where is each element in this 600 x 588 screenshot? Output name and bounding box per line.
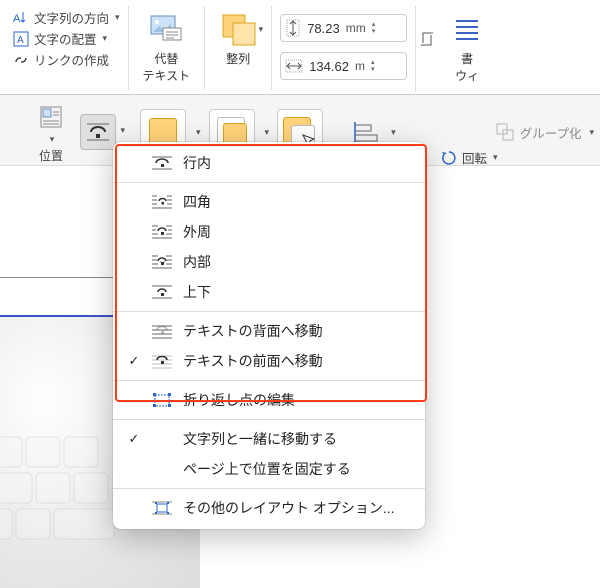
check-icon: ✓: [127, 353, 141, 369]
menu-item-move-with-text[interactable]: ✓ 文字列と一緒に移動する: [113, 424, 425, 454]
width-unit: m: [355, 59, 365, 73]
window-button[interactable]: 書 ウィ: [442, 8, 492, 86]
menu-item-more-layout-options[interactable]: その他のレイアウト オプション...: [113, 493, 425, 523]
text-direction-icon: A: [12, 9, 30, 27]
wrap-topbottom-icon: [151, 283, 173, 301]
wrap-through-icon: [151, 253, 173, 271]
menu-item-edit-wrap-points[interactable]: 折り返し点の編集: [113, 385, 425, 415]
edit-wrap-points-icon: [151, 391, 173, 409]
more-layout-icon: [151, 499, 173, 517]
arrange-label: 整列: [226, 50, 250, 67]
infront-text-icon: [151, 352, 173, 370]
height-spinner[interactable]: ▴▾: [372, 21, 376, 35]
menu-item-square[interactable]: 四角: [113, 187, 425, 217]
menu-label: 外周: [183, 222, 211, 242]
chevron-down-icon: ▾: [589, 127, 594, 138]
chevron-down-icon: ▾: [493, 152, 498, 163]
menu-item-fix-position[interactable]: ページ上で位置を固定する: [113, 454, 425, 484]
chevron-down-icon: ▾: [196, 127, 201, 138]
menu-item-inline[interactable]: 行内: [113, 148, 425, 178]
wrap-tight-icon: [151, 223, 173, 241]
height-unit: mm: [346, 21, 366, 35]
chevron-down-icon: ▾: [103, 33, 108, 44]
wrap-text-menu: 行内 四角 外周 内部 上下 テキストの背面へ移動 ✓ テキストの前面へ移動 折…: [113, 142, 425, 529]
menu-label: ページ上で位置を固定する: [183, 459, 351, 479]
text-align-icon: A: [12, 30, 30, 48]
alt-text-label: 代替 テキスト: [143, 50, 191, 84]
svg-text:A: A: [13, 13, 21, 25]
behind-text-icon: [151, 322, 173, 340]
rotate-button[interactable]: 回転 ▾: [440, 148, 498, 167]
menu-label: テキストの前面へ移動: [183, 351, 323, 371]
chevron-down-icon: ▾: [391, 127, 396, 138]
position-label: 位置: [39, 147, 63, 164]
width-spinner[interactable]: ▴▾: [371, 59, 375, 73]
menu-item-tight[interactable]: 外周: [113, 217, 425, 247]
text-direction-label: 文字列の方向: [34, 8, 109, 27]
width-icon: [285, 58, 303, 74]
svg-text:A: A: [17, 35, 24, 46]
menu-label: その他のレイアウト オプション...: [183, 498, 395, 518]
create-link-button[interactable]: リンクの作成: [12, 50, 120, 69]
menu-label: 折り返し点の編集: [183, 390, 295, 410]
window-icon: [448, 10, 486, 48]
text-group: A 文字列の方向 ▾ A 文字の配置 ▾ リンクの作成: [4, 6, 129, 90]
alt-text-group: 代替 テキスト: [129, 6, 206, 90]
alt-text-button[interactable]: 代替 テキスト: [137, 8, 197, 86]
menu-label: 上下: [183, 282, 211, 302]
position-button[interactable]: [34, 100, 68, 134]
menu-label: 内部: [183, 252, 211, 272]
window-group: 書 ウィ: [438, 6, 496, 90]
text-align-label: 文字の配置: [34, 29, 97, 48]
chevron-down-icon: ▾: [265, 127, 270, 138]
width-value: 134.62: [309, 59, 349, 74]
rotate-label: 回転: [462, 148, 487, 167]
arrange-group: ▾ 整列: [205, 6, 272, 90]
chevron-down-icon: ▾: [120, 125, 125, 136]
link-icon: [12, 51, 30, 69]
window-label: 書 ウィ: [455, 50, 479, 84]
menu-label: テキストの背面へ移動: [183, 321, 323, 341]
menu-item-infront-text[interactable]: ✓ テキストの前面へ移動: [113, 346, 425, 376]
height-input[interactable]: 78.23 mm ▴▾: [280, 14, 407, 42]
height-value: 78.23: [307, 21, 340, 36]
arrange-button[interactable]: ▾ 整列: [213, 8, 263, 69]
create-link-label: リンクの作成: [34, 50, 109, 69]
menu-item-through[interactable]: 内部: [113, 247, 425, 277]
group-label: グループ化: [520, 123, 582, 142]
size-expand: [416, 6, 438, 94]
menu-label: 四角: [183, 192, 211, 212]
menu-item-behind-text[interactable]: テキストの背面へ移動: [113, 316, 425, 346]
wrap-inline-icon: [151, 154, 173, 172]
wrap-square-icon: [151, 193, 173, 211]
group-icon: [496, 123, 514, 141]
height-icon: [285, 19, 301, 37]
check-icon: ✓: [127, 431, 141, 447]
width-input[interactable]: 134.62 m ▴▾: [280, 52, 407, 80]
rotate-icon: [440, 149, 458, 167]
menu-item-topbottom[interactable]: 上下: [113, 277, 425, 307]
chevron-down-icon: ▾: [50, 134, 55, 145]
ribbon: A 文字列の方向 ▾ A 文字の配置 ▾ リンクの作成 代替 テキスト: [0, 0, 600, 95]
chevron-down-icon: ▾: [115, 12, 120, 23]
text-align-button[interactable]: A 文字の配置 ▾: [12, 29, 120, 48]
crop-icon[interactable]: [418, 30, 436, 48]
menu-label: 行内: [183, 153, 211, 173]
arrange-icon: ▾: [219, 10, 257, 48]
size-group: 78.23 mm ▴▾ 134.62 m ▴▾: [272, 6, 416, 92]
menu-label: 文字列と一緒に移動する: [183, 429, 337, 449]
text-direction-button[interactable]: A 文字列の方向 ▾: [12, 8, 120, 27]
wrap-text-button[interactable]: ▾: [80, 114, 116, 150]
alt-text-icon: [147, 10, 185, 48]
